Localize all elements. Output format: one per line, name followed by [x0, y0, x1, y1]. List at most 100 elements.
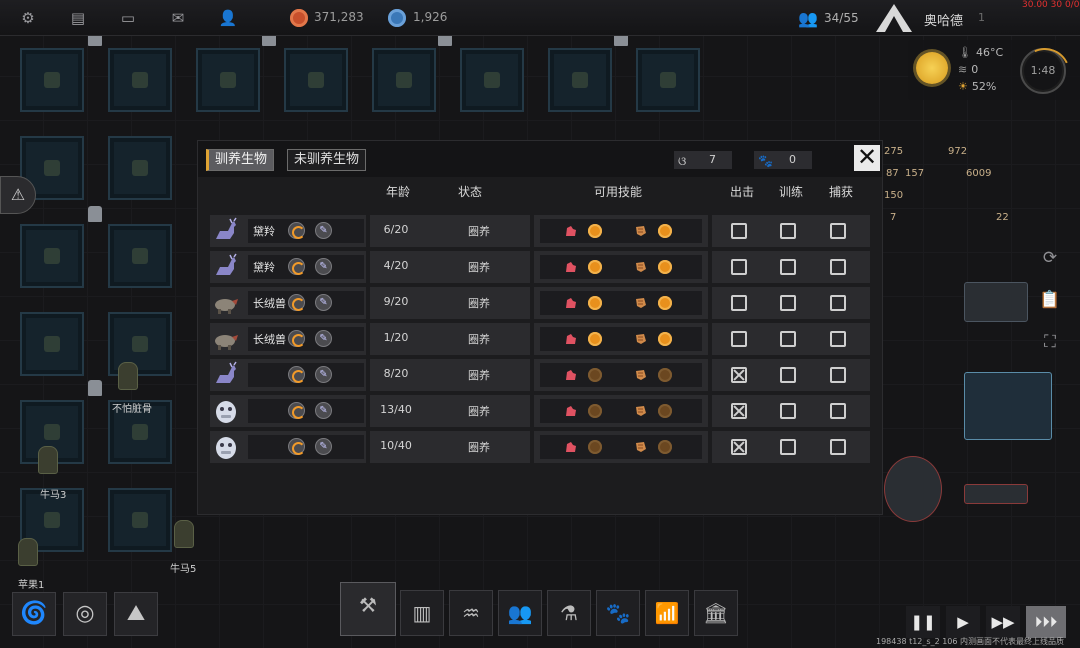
name-field[interactable]: 长绒兽 ✎: [248, 327, 364, 351]
name-field[interactable]: 黛羚 ✎: [248, 219, 364, 243]
release-icon[interactable]: [288, 258, 305, 275]
robot-sprite[interactable]: [88, 206, 102, 222]
creature-row[interactable]: 黛羚 ✎ 6/20 圈养: [210, 215, 870, 247]
pause-icon[interactable]: ❚❚: [906, 606, 940, 638]
people-icon[interactable]: 👥: [498, 590, 542, 636]
deploy-checkbox[interactable]: [731, 223, 747, 239]
claw-skill-icon[interactable]: [564, 440, 578, 454]
soundwave-icon[interactable]: ♒: [449, 590, 493, 636]
scroll-skill-icon[interactable]: [634, 260, 648, 274]
edit-name-icon[interactable]: ✎: [315, 258, 332, 275]
clipboard-icon[interactable]: 📋: [1038, 288, 1062, 312]
train-checkbox[interactable]: [780, 259, 796, 275]
tab-untamed[interactable]: 未驯养生物: [287, 149, 367, 171]
scroll-skill-icon[interactable]: [634, 440, 648, 454]
capture-checkbox[interactable]: [830, 295, 846, 311]
claw-skill-icon[interactable]: [564, 296, 578, 310]
scroll-skill-icon[interactable]: [634, 368, 648, 382]
name-field[interactable]: ✎: [248, 435, 364, 459]
bank-icon[interactable]: 🏛: [694, 590, 738, 636]
colonist-sprite[interactable]: [38, 446, 58, 474]
claw-skill-icon[interactable]: [564, 368, 578, 382]
broadcast-icon[interactable]: 📶: [645, 590, 689, 636]
edit-name-icon[interactable]: ✎: [315, 294, 332, 311]
train-checkbox[interactable]: [780, 295, 796, 311]
creature-row[interactable]: ✎ 10/40 圈养: [210, 431, 870, 463]
name-field[interactable]: 黛羚 ✎: [248, 255, 364, 279]
edit-name-icon[interactable]: ✎: [315, 222, 332, 239]
claw-skill-icon[interactable]: [564, 224, 578, 238]
chat-icon[interactable]: ▤: [68, 9, 88, 27]
train-checkbox[interactable]: [780, 367, 796, 383]
galaxy-icon[interactable]: 🌀: [12, 592, 56, 636]
gear-icon[interactable]: ⚙: [18, 9, 38, 27]
train-checkbox[interactable]: [780, 439, 796, 455]
machine[interactable]: [964, 484, 1028, 504]
machine[interactable]: [964, 282, 1028, 322]
user-icon[interactable]: 👤: [218, 9, 238, 27]
release-icon[interactable]: [288, 330, 305, 347]
name-field[interactable]: ✎: [248, 363, 364, 387]
orbit-icon[interactable]: ◎: [63, 592, 107, 636]
claw-skill-icon[interactable]: [564, 260, 578, 274]
release-icon[interactable]: [288, 294, 305, 311]
deploy-checkbox[interactable]: [731, 295, 747, 311]
edit-name-icon[interactable]: ✎: [315, 366, 332, 383]
capture-checkbox[interactable]: [830, 259, 846, 275]
close-button[interactable]: ✕: [854, 145, 880, 171]
edit-name-icon[interactable]: ✎: [315, 402, 332, 419]
creature-row[interactable]: ✎ 13/40 圈养: [210, 395, 870, 427]
deploy-checkbox[interactable]: [731, 439, 747, 455]
capture-checkbox[interactable]: [830, 331, 846, 347]
capture-checkbox[interactable]: [830, 367, 846, 383]
release-icon[interactable]: [288, 366, 305, 383]
column-divider: [366, 215, 370, 247]
claw-skill-icon[interactable]: [564, 404, 578, 418]
deploy-checkbox[interactable]: [731, 403, 747, 419]
scroll-skill-icon[interactable]: [634, 224, 648, 238]
creature-row[interactable]: 长绒兽 ✎ 9/20 圈养: [210, 287, 870, 319]
scroll-skill-icon[interactable]: [634, 296, 648, 310]
creature-row[interactable]: 黛羚 ✎ 4/20 圈养: [210, 251, 870, 283]
name-field[interactable]: 长绒兽 ✎: [248, 291, 364, 315]
capture-checkbox[interactable]: [830, 439, 846, 455]
tab-tamed[interactable]: 驯养生物: [206, 149, 275, 171]
robot-sprite[interactable]: [88, 380, 102, 396]
deploy-checkbox[interactable]: [731, 367, 747, 383]
fastest-forward-icon[interactable]: ⏵⏵⏵: [1026, 606, 1066, 638]
release-icon[interactable]: [288, 222, 305, 239]
train-checkbox[interactable]: [780, 223, 796, 239]
scan-icon[interactable]: ⛶: [1038, 330, 1062, 354]
edit-name-icon[interactable]: ✎: [315, 438, 332, 455]
creature-row[interactable]: 长绒兽 ✎ 1/20 圈养: [210, 323, 870, 355]
creature-icon[interactable]: 🐾: [596, 590, 640, 636]
train-checkbox[interactable]: [780, 331, 796, 347]
mountain-icon[interactable]: ⛰: [114, 592, 158, 636]
deploy-checkbox[interactable]: [731, 331, 747, 347]
colonist-sprite[interactable]: [18, 538, 38, 566]
capture-checkbox[interactable]: [830, 403, 846, 419]
colonist-sprite[interactable]: [118, 362, 138, 390]
message-icon[interactable]: ▭: [118, 9, 138, 27]
claw-skill-icon[interactable]: [564, 332, 578, 346]
release-icon[interactable]: [288, 402, 305, 419]
mail-icon[interactable]: ✉: [168, 9, 188, 27]
scroll-skill-icon[interactable]: [634, 404, 648, 418]
blueprint-icon[interactable]: ▥: [400, 590, 444, 636]
deploy-checkbox[interactable]: [731, 259, 747, 275]
machine[interactable]: [964, 372, 1052, 440]
flask-icon[interactable]: ⚗: [547, 590, 591, 636]
machine[interactable]: [884, 456, 942, 522]
creature-row[interactable]: ✎ 8/20 圈养: [210, 359, 870, 391]
edit-name-icon[interactable]: ✎: [315, 330, 332, 347]
scroll-skill-icon[interactable]: [634, 332, 648, 346]
train-checkbox[interactable]: [780, 403, 796, 419]
build-icon[interactable]: ⚒: [340, 582, 396, 636]
capture-checkbox[interactable]: [830, 223, 846, 239]
colonist-sprite[interactable]: [174, 520, 194, 548]
release-icon[interactable]: [288, 438, 305, 455]
fast-forward-icon[interactable]: ▶▶: [986, 606, 1020, 638]
name-field[interactable]: ✎: [248, 399, 364, 423]
rotate-icon[interactable]: ⟳: [1038, 246, 1062, 270]
play-icon[interactable]: ▶: [946, 606, 980, 638]
